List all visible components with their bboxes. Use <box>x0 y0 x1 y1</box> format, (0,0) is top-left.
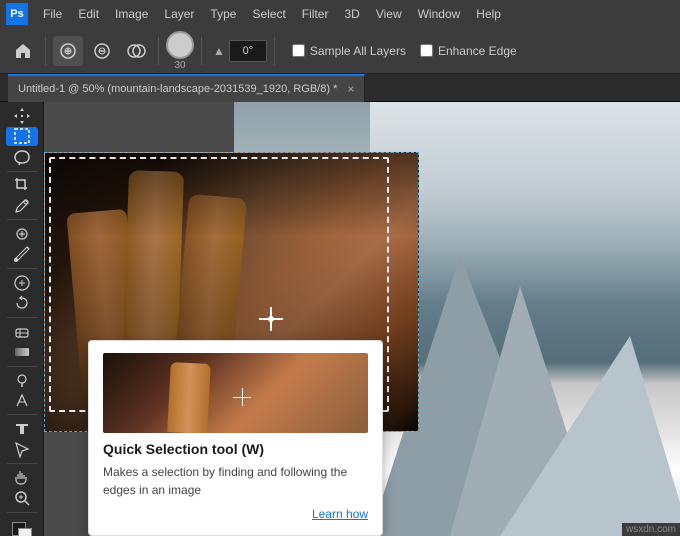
tooltip-title: Quick Selection tool (W) <box>103 441 368 457</box>
eyedropper-tool-btn[interactable] <box>6 196 38 216</box>
menu-image[interactable]: Image <box>108 5 155 23</box>
crop-tool-btn[interactable] <box>6 175 38 195</box>
tooltip-thumbnail <box>103 353 368 433</box>
tab-close-btn[interactable]: × <box>347 82 354 96</box>
lt-separator-5 <box>7 366 37 367</box>
mountain-peak-3 <box>500 336 680 536</box>
menu-filter[interactable]: Filter <box>295 5 336 23</box>
menu-window[interactable]: Window <box>411 5 468 23</box>
brush-tool-btn[interactable] <box>6 245 38 265</box>
angle-input[interactable] <box>229 40 267 62</box>
type-tool-btn[interactable] <box>6 419 38 439</box>
clone-stamp-btn[interactable] <box>6 273 38 293</box>
lt-separator-6 <box>7 414 37 415</box>
gradient-tool-btn[interactable] <box>6 342 38 362</box>
dodge-tool-btn[interactable] <box>6 370 38 390</box>
toolbar-separator-4 <box>274 37 275 65</box>
eraser-tool-btn[interactable] <box>6 322 38 342</box>
sample-all-layers-option[interactable]: Sample All Layers <box>292 44 406 58</box>
menu-layer[interactable]: Layer <box>157 5 201 23</box>
sample-all-layers-label: Sample All Layers <box>310 44 406 58</box>
toolbar-separator-3 <box>201 37 202 65</box>
toolbar-separator-2 <box>158 37 159 65</box>
brush-circle[interactable] <box>166 31 194 59</box>
tab-title: Untitled-1 @ 50% (mountain-landscape-203… <box>18 83 337 95</box>
menu-select[interactable]: Select <box>245 5 292 23</box>
foreground-color-btn[interactable] <box>6 516 38 536</box>
sample-all-layers-checkbox[interactable] <box>292 44 305 57</box>
menu-file[interactable]: File <box>36 5 69 23</box>
menu-edit[interactable]: Edit <box>71 5 106 23</box>
move-tool-btn[interactable] <box>6 106 38 126</box>
brush-size-picker[interactable]: 30 <box>166 31 194 71</box>
lasso-tool-btn[interactable] <box>6 147 38 167</box>
menu-view[interactable]: View <box>369 5 409 23</box>
enhance-edge-label: Enhance Edge <box>438 44 517 58</box>
brush-size-label: 30 <box>174 60 185 71</box>
document-tab[interactable]: Untitled-1 @ 50% (mountain-landscape-203… <box>8 74 365 102</box>
app-logo: Ps <box>6 3 28 25</box>
lt-separator-4 <box>7 317 37 318</box>
path-selection-btn[interactable] <box>6 440 38 460</box>
pen-tool-btn[interactable] <box>6 391 38 411</box>
zoom-tool-btn[interactable] <box>6 488 38 508</box>
quick-selection-add-btn[interactable] <box>53 36 83 66</box>
tooltip-description: Makes a selection by finding and followi… <box>103 463 368 499</box>
angle-icon: ▲ <box>213 44 225 58</box>
quick-selection-intersect-btn[interactable] <box>121 36 151 66</box>
tab-bar: Untitled-1 @ 50% (mountain-landscape-203… <box>0 74 680 102</box>
tooltip-panel: Quick Selection tool (W) Makes a selecti… <box>88 340 383 536</box>
main-area: Quick Selection tool (W) Makes a selecti… <box>0 102 680 536</box>
angle-container: ▲ <box>213 40 267 62</box>
lt-separator-2 <box>7 219 37 220</box>
toolbar-separator-1 <box>45 37 46 65</box>
lt-separator-8 <box>7 512 37 513</box>
home-button[interactable] <box>8 36 38 66</box>
left-toolbar <box>0 102 44 536</box>
options-toolbar: 30 ▲ Sample All Layers Enhance Edge <box>0 28 680 74</box>
quick-selection-subtract-btn[interactable] <box>87 36 117 66</box>
lt-separator-7 <box>7 463 37 464</box>
lt-separator-3 <box>7 268 37 269</box>
menu-3d[interactable]: 3D <box>337 5 366 23</box>
marquee-tool-btn[interactable] <box>6 127 38 147</box>
status-bar: wsxdn.com <box>622 523 680 536</box>
menu-help[interactable]: Help <box>469 5 508 23</box>
tooltip-cursor <box>233 388 251 406</box>
hand-tool-btn[interactable] <box>6 468 38 488</box>
enhance-edge-option[interactable]: Enhance Edge <box>420 44 517 58</box>
enhance-edge-checkbox[interactable] <box>420 44 433 57</box>
canvas-area[interactable]: Quick Selection tool (W) Makes a selecti… <box>44 102 680 536</box>
history-brush-btn[interactable] <box>6 293 38 313</box>
tooltip-finger <box>167 362 211 433</box>
menu-bar: Ps File Edit Image Layer Type Select Fil… <box>0 0 680 28</box>
menu-type[interactable]: Type <box>203 5 243 23</box>
lt-separator-1 <box>7 171 37 172</box>
healing-brush-btn[interactable] <box>6 224 38 244</box>
tooltip-learn-link[interactable]: Learn how <box>103 507 368 521</box>
